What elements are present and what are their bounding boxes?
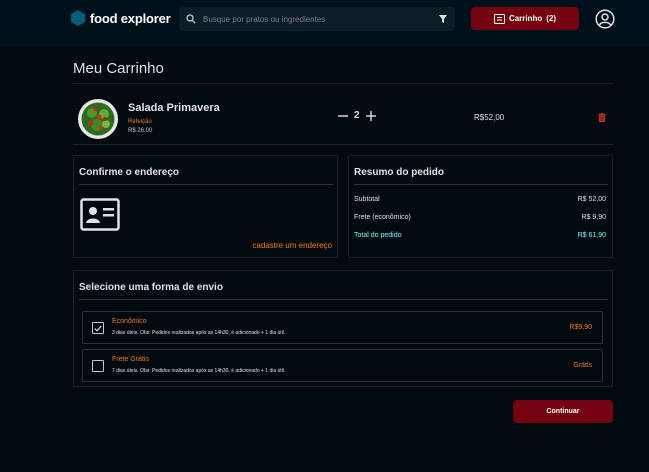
checkbox-checked[interactable] xyxy=(92,322,104,334)
salad-bowl-image xyxy=(78,99,118,139)
plus-icon[interactable] xyxy=(366,110,377,121)
order-summary-panel: Resumo do pedido Subtotal R$ 52,00 Frete… xyxy=(348,155,613,258)
page-title: Meu Carrinho xyxy=(73,60,164,77)
summary-title: Resumo do pedido xyxy=(354,167,444,178)
item-total: R$52,00 xyxy=(474,113,505,122)
hexagon-logo-icon xyxy=(71,10,85,26)
shipping-panel: Selecione uma forma de envio Econômico 3… xyxy=(73,270,613,387)
user-profile-icon[interactable] xyxy=(595,9,615,29)
title-divider xyxy=(73,83,613,84)
register-address-link[interactable]: cadastre um endereço xyxy=(252,241,332,250)
dish-name: Salada Primavera xyxy=(128,102,220,114)
summary-value: R$ 9,90 xyxy=(581,214,606,221)
minus-icon[interactable] xyxy=(337,110,348,121)
shipping-option-price: R$9,90 xyxy=(569,324,592,331)
receipt-icon xyxy=(493,13,505,24)
shipping-option-desc: 7 dias úteis. Obs: Pedidos realizados ap… xyxy=(112,368,286,374)
brand-logo[interactable]: food explorer xyxy=(71,10,171,26)
address-title: Confirme o endereço xyxy=(79,167,180,178)
address-divider xyxy=(79,184,333,185)
cart-button[interactable]: Carrinho (2) xyxy=(471,7,579,30)
dish-unit-price: R$ 26,00 xyxy=(128,128,153,134)
shipping-option-name: Frete Grátis xyxy=(112,356,149,363)
summary-label: Frete (econômico) xyxy=(354,214,411,221)
shipping-divider xyxy=(79,299,608,300)
search-icon xyxy=(179,7,203,31)
summary-label: Subtotal xyxy=(354,196,380,203)
search-bar[interactable] xyxy=(179,7,455,31)
shipping-option-name: Econômico xyxy=(112,318,147,325)
filter-icon[interactable] xyxy=(431,7,455,31)
continue-button[interactable]: Continuar xyxy=(513,400,613,423)
shipping-option-frete-gratis[interactable]: Frete Grátis 7 dias úteis. Obs: Pedidos … xyxy=(82,349,603,382)
summary-value: R$ 61,90 xyxy=(577,232,606,239)
quantity-value: 2 xyxy=(354,110,360,121)
cart-item: Salada Primavera Refeição R$ 26,00 2 R$5… xyxy=(73,96,613,144)
search-input[interactable] xyxy=(203,14,431,24)
shipping-option-desc: 3 dias úteis. Obs: Pedidos realizados ap… xyxy=(112,330,286,336)
app-header: food explorer Carrinho (2) xyxy=(0,0,649,46)
address-card-icon xyxy=(80,198,120,231)
summary-row-total: Total do pedido R$ 61,90 xyxy=(354,232,606,239)
quantity-stepper: 2 xyxy=(337,110,377,121)
summary-row-subtotal: Subtotal R$ 52,00 xyxy=(354,196,606,203)
trash-icon[interactable] xyxy=(598,113,606,122)
summary-label: Total do pedido xyxy=(354,232,402,239)
summary-value: R$ 52,00 xyxy=(577,196,606,203)
cart-label: Carrinho xyxy=(508,14,543,23)
shipping-title: Selecione uma forma de envio xyxy=(79,282,223,293)
shipping-option-price: Grátis xyxy=(573,362,592,369)
item-divider xyxy=(73,144,613,145)
address-panel: Confirme o endereço cadastre um endereço xyxy=(73,155,338,258)
checkbox-unchecked[interactable] xyxy=(92,360,104,372)
cart-count: (2) xyxy=(546,14,557,23)
dish-category: Refeição xyxy=(128,119,152,125)
brand-name: food explorer xyxy=(90,10,171,26)
shipping-option-economico[interactable]: Econômico 3 dias úteis. Obs: Pedidos rea… xyxy=(82,311,603,344)
summary-row-shipping: Frete (econômico) R$ 9,90 xyxy=(354,214,606,221)
summary-divider xyxy=(354,184,608,185)
